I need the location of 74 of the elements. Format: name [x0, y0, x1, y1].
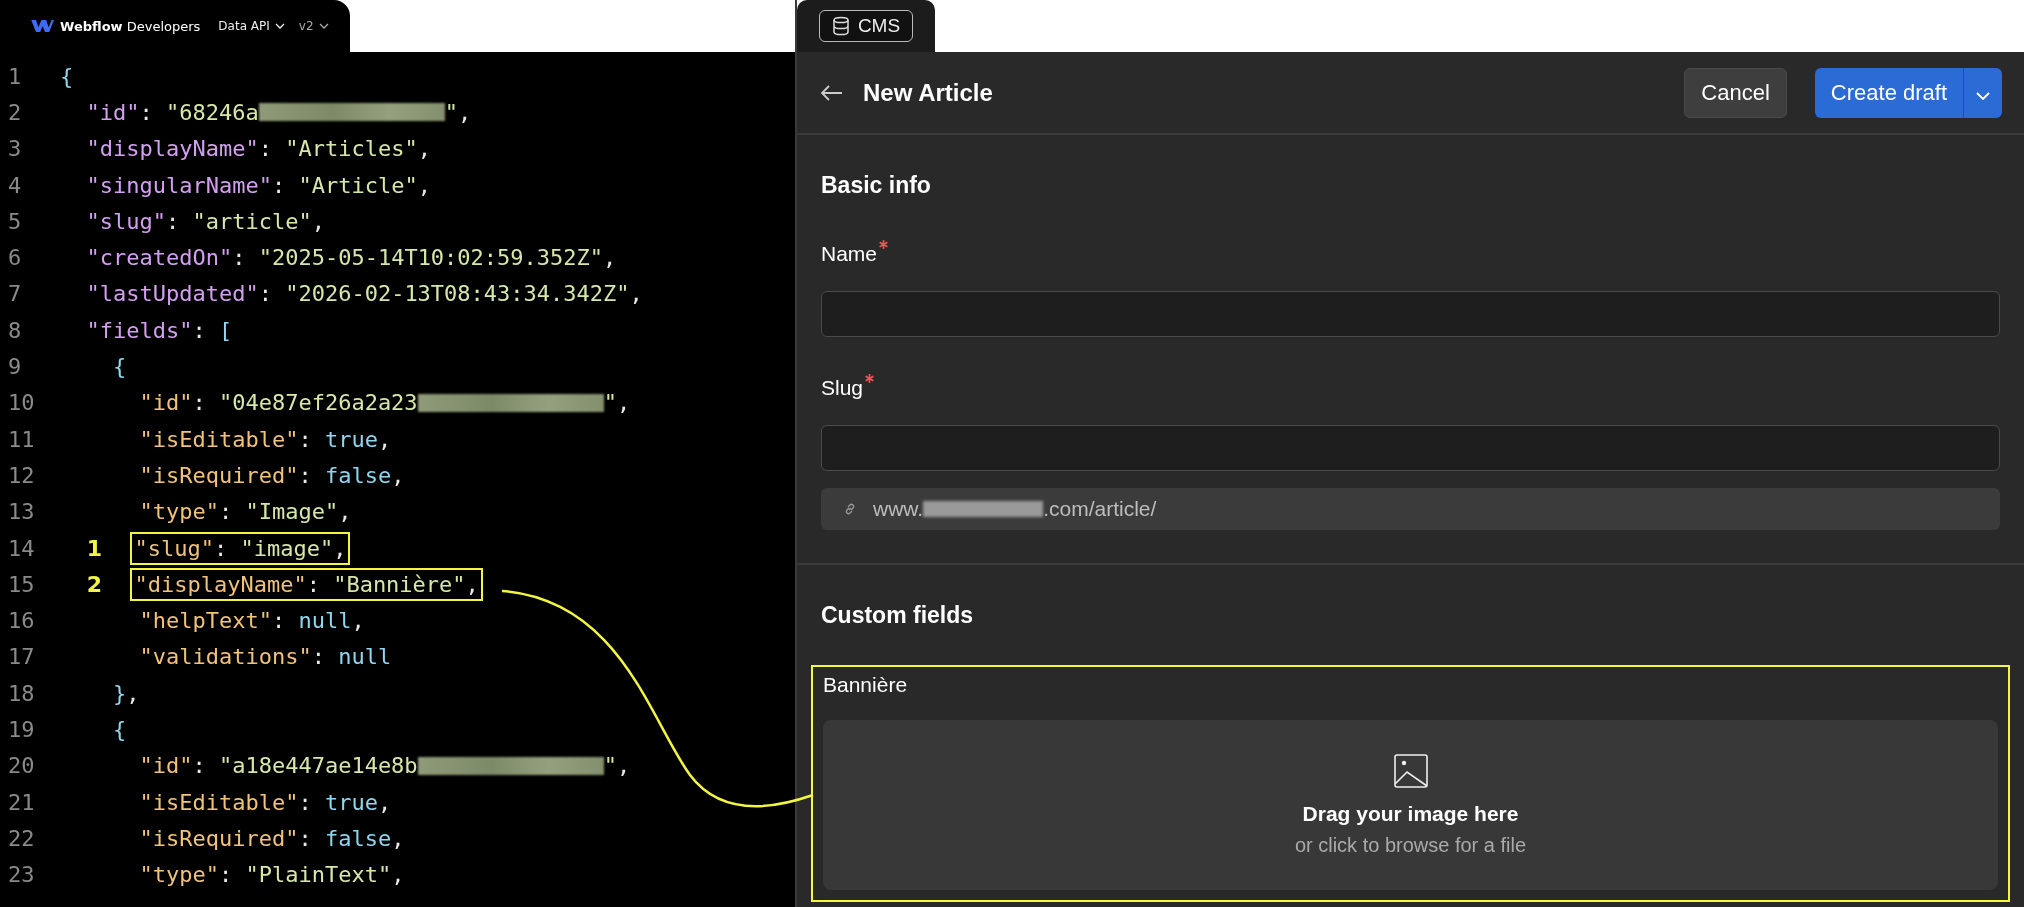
image-dropzone[interactable]: Drag your image here or click to browse for a file — [823, 720, 1998, 890]
link-icon — [843, 502, 857, 516]
code-line: "fields": [ — [85, 317, 234, 343]
url-text: .com/article/ — [1043, 497, 1157, 521]
code-line: "id": "04e87ef26a2a23 ", — [138, 390, 632, 416]
line-number: 10 — [7, 390, 36, 416]
chevron-down-icon — [318, 23, 329, 29]
field-label: Bannière — [823, 673, 909, 697]
url-text: www. — [873, 497, 924, 521]
line-number: 2 — [7, 99, 23, 125]
line-number: 8 — [7, 317, 23, 343]
logo-icon — [30, 18, 54, 34]
nav-dropdown[interactable]: Data API — [214, 19, 289, 33]
code-line: "validations": null — [138, 644, 393, 670]
callout-number: 2 — [86, 571, 103, 597]
line-number: 23 — [7, 862, 36, 888]
code-line: "isRequired": false, — [138, 825, 406, 851]
line-number: 7 — [7, 281, 23, 307]
nav-dropdown[interactable]: v2 — [294, 19, 333, 33]
dropdown-button[interactable] — [1963, 67, 2002, 118]
caret-icon — [1976, 91, 1990, 100]
line-number: 6 — [7, 245, 23, 271]
code-line: "type": "PlainText", — [138, 862, 406, 888]
code-line: "isEditable": true, — [138, 426, 393, 452]
database-icon — [831, 16, 850, 36]
code-line: "id": "a18e447ae14e8b ", — [138, 753, 632, 779]
line-number: 21 — [7, 789, 36, 815]
line-number: 20 — [7, 753, 36, 779]
code-line: "type": "Image", — [138, 499, 353, 525]
line-number: 9 — [7, 354, 23, 379]
text-field[interactable] — [821, 425, 2000, 471]
cancel-button[interactable]: Cancel — [1684, 67, 1787, 118]
code-line: "id": "68246a ", — [85, 99, 473, 125]
code-line: }, — [111, 680, 141, 706]
code-line: "lastUpdated": "2026-02-13T08:43:34.342Z", — [85, 281, 644, 307]
line-number: 16 — [7, 608, 36, 634]
field-label: Slug — [821, 376, 864, 400]
brand-name: Webflow Developers — [60, 18, 201, 34]
code-line: { — [59, 63, 75, 89]
dropzone-hint: or click to browse for a file — [1294, 833, 1527, 857]
chevron-down-icon — [274, 23, 285, 29]
line-number: 22 — [7, 825, 36, 851]
page-title: New Article — [863, 78, 993, 107]
line-number: 12 — [7, 462, 36, 488]
back-arrow-icon[interactable] — [821, 84, 843, 101]
line-number: 19 — [7, 717, 36, 742]
code-line: { — [111, 717, 128, 742]
code-line: "displayName": "Articles", — [85, 136, 432, 162]
line-number: 4 — [7, 172, 23, 198]
code-line: "isRequired": false, — [138, 462, 406, 488]
image-icon — [1393, 753, 1428, 788]
code-line: "helpText": null, — [138, 608, 366, 634]
code-line: "createdOn": "2025-05-14T10:02:59.352Z", — [85, 245, 618, 271]
line-number: 15 — [7, 571, 36, 597]
field-label: Name — [821, 242, 878, 266]
section-heading: Basic info — [821, 172, 932, 199]
line-number: 13 — [7, 499, 36, 525]
code-line: "isEditable": true, — [138, 789, 393, 815]
dropzone-title: Drag your image here — [1302, 801, 1519, 826]
line-number: 1 — [7, 63, 23, 89]
line-number: 11 — [7, 426, 36, 452]
line-number: 17 — [7, 644, 36, 670]
code-line: "singularName": "Article", — [85, 172, 432, 198]
code-line: "slug": "article", — [85, 208, 326, 234]
line-number: 5 — [7, 208, 23, 234]
section-heading: Custom fields — [821, 602, 975, 629]
line-number: 3 — [7, 136, 23, 162]
code-line: { — [111, 354, 128, 379]
line-number: 14 — [7, 535, 36, 561]
create-draft-button[interactable]: Create draft — [1814, 67, 1963, 118]
cms-tab[interactable]: CMS — [818, 10, 914, 42]
callout-number: 1 — [86, 535, 103, 561]
text-field[interactable] — [821, 291, 2000, 337]
line-number: 18 — [7, 680, 36, 706]
